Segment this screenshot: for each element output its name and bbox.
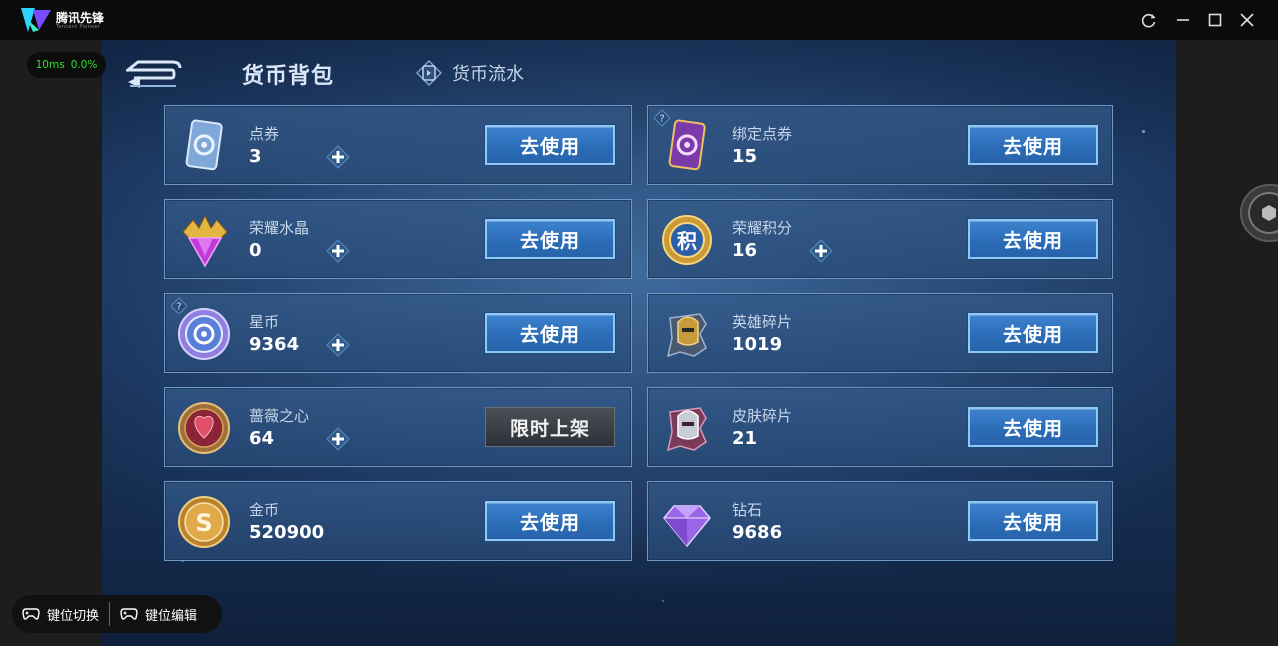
gold-coin-icon: S (178, 496, 230, 548)
currency-value: 520900 (249, 522, 325, 543)
svg-text:积: 积 (677, 229, 697, 253)
plus-icon[interactable] (326, 333, 350, 357)
currency-value: 9364 (249, 334, 300, 355)
currency-value: 1019 (732, 334, 783, 355)
currency-name: 星币 (249, 313, 280, 331)
right-side-strip (1176, 40, 1278, 646)
currency-name: 荣耀积分 (732, 219, 793, 237)
svg-text:S: S (195, 509, 212, 537)
hexagon-icon (1248, 192, 1278, 234)
use-button[interactable]: 去使用 (485, 125, 615, 165)
currency-card-gold: S 金币 520900 去使用 (164, 481, 632, 561)
use-button[interactable]: 去使用 (968, 125, 1098, 165)
hero-fragment-icon (666, 313, 707, 358)
use-button[interactable]: 去使用 (485, 501, 615, 541)
currency-name: 蔷薇之心 (249, 407, 310, 425)
key-edit-label: 键位编辑 (145, 608, 198, 624)
currency-value: 15 (732, 146, 758, 167)
flow-tab-label: 货币流水 (452, 64, 524, 85)
purple-ticket-card-icon (668, 119, 706, 171)
left-side-strip (0, 40, 102, 646)
close-icon[interactable] (1237, 10, 1257, 30)
currency-card-diamond: 钻石 9686 去使用 (647, 481, 1113, 561)
plus-icon[interactable] (326, 239, 350, 263)
app-logo-icon (21, 8, 51, 32)
diamond-icon (663, 505, 711, 548)
key-switch-button[interactable]: 键位切换 (12, 605, 109, 624)
currency-card-hero-fragment: 英雄碎片 1019 去使用 (647, 293, 1113, 373)
star-coin-icon (178, 308, 230, 360)
currency-value: 16 (732, 240, 758, 261)
currency-name: 钻石 (732, 501, 763, 519)
key-mapping-bar: 键位切换 键位编辑 (12, 595, 222, 633)
minimize-icon[interactable] (1173, 10, 1193, 30)
currency-value: 21 (732, 428, 758, 449)
use-button[interactable]: 去使用 (968, 501, 1098, 541)
currency-card-bound-voucher: ? 绑定点券 15 去使用 (647, 105, 1113, 185)
currency-name: 金币 (249, 501, 280, 519)
currency-card-voucher: 点券 3 去使用 (164, 105, 632, 185)
use-button[interactable]: 去使用 (485, 313, 615, 353)
use-button[interactable]: 去使用 (968, 407, 1098, 447)
plus-icon[interactable] (326, 145, 350, 169)
use-button[interactable]: 去使用 (485, 219, 615, 259)
currency-value: 9686 (732, 522, 783, 543)
plus-icon[interactable] (326, 427, 350, 451)
currency-name: 皮肤碎片 (732, 407, 793, 425)
use-button[interactable]: 去使用 (968, 313, 1098, 353)
crystal-icon (182, 214, 228, 268)
currency-card-crystal: 荣耀水晶 0 去使用 (164, 199, 632, 279)
skin-fragment-icon (666, 407, 707, 452)
game-viewport: 货币背包 货币流水 点券 3 去使用 ? 绑定点券 15 去使用 荣耀水晶 0 … (102, 40, 1176, 646)
ticket-card-icon (185, 119, 223, 171)
currency-value: 3 (249, 146, 262, 167)
honor-points-coin-icon: 积 (662, 215, 712, 265)
currency-card-rose-heart: 蔷薇之心 64 限时上架 (164, 387, 632, 467)
currency-value: 64 (249, 428, 275, 449)
maximize-icon[interactable] (1205, 10, 1225, 30)
currency-card-star-coin: ? 星币 9364 去使用 (164, 293, 632, 373)
gamepad-icon (22, 608, 40, 620)
limited-time-button[interactable]: 限时上架 (485, 407, 615, 447)
currency-card-honor-points: 积 荣耀积分 16 去使用 (647, 199, 1113, 279)
currency-name: 英雄碎片 (732, 313, 793, 331)
loss-text: 0.0% (70, 59, 98, 71)
flow-ticket-icon (416, 60, 442, 86)
performance-overlay: 10ms 0.0% (27, 52, 106, 78)
rose-heart-icon (178, 402, 230, 454)
refresh-icon[interactable] (1139, 10, 1159, 30)
currency-name: 绑定点券 (732, 125, 793, 143)
key-switch-label: 键位切换 (47, 608, 100, 624)
emulator-title-bar: 腾讯先锋 Tencent Pioneer (0, 0, 1278, 40)
currency-name: 荣耀水晶 (249, 219, 310, 237)
currency-name: 点券 (249, 125, 280, 143)
use-button[interactable]: 去使用 (968, 219, 1098, 259)
back-arrow-icon[interactable] (126, 60, 184, 88)
plus-icon[interactable] (809, 239, 833, 263)
currency-value: 0 (249, 240, 262, 261)
latency-text: 10ms (35, 59, 65, 71)
gamepad-icon (120, 608, 138, 620)
key-edit-button[interactable]: 键位编辑 (110, 605, 207, 624)
currency-flow-tab[interactable]: 货币流水 (416, 58, 524, 88)
app-subtitle: Tencent Pioneer (56, 24, 101, 30)
page-title: 货币背包 (242, 64, 335, 89)
currency-card-skin-fragment: 皮肤碎片 21 去使用 (647, 387, 1113, 467)
